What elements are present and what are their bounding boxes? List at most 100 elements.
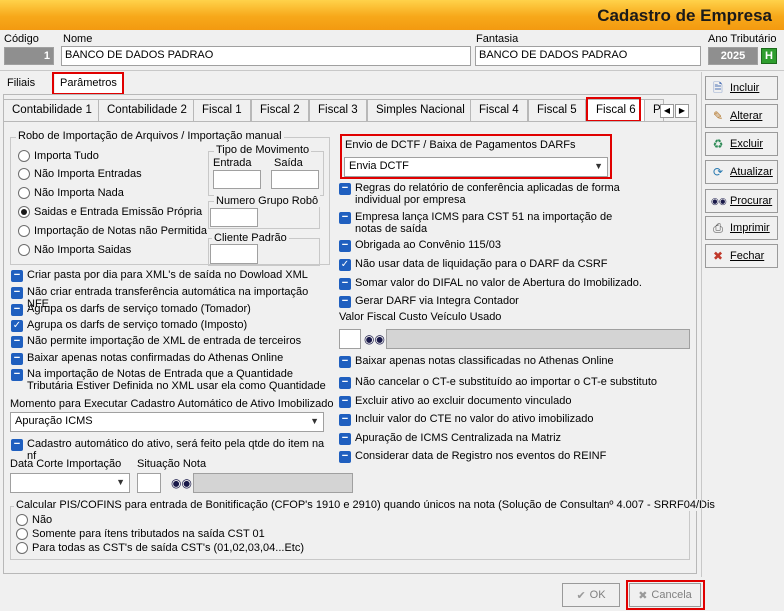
saida-input[interactable] xyxy=(271,170,319,189)
chk-apuracao-icms-centralizada[interactable]: Apuração de ICMS Centralizada na Matriz xyxy=(339,432,679,445)
tab-contabilidade-1[interactable]: Contabilidade 1 xyxy=(3,99,101,121)
checkbox-indeterminate[interactable] xyxy=(11,336,23,348)
tab-filiais[interactable]: Filiais xyxy=(2,74,40,94)
checkbox-indeterminate[interactable] xyxy=(11,353,23,365)
cliente-padrao-input[interactable] xyxy=(210,244,258,264)
checkbox-checked[interactable] xyxy=(11,320,23,332)
radio-importa-tudo[interactable]: Importa Tudo xyxy=(18,150,99,162)
tab-simples-nacional[interactable]: Simples Nacional xyxy=(367,99,474,121)
radio-circle[interactable] xyxy=(18,168,30,180)
chk-icms-cst51[interactable]: Empresa lança ICMS para CST 51 na import… xyxy=(339,211,639,235)
radio-nao-importa-entradas[interactable]: Não Importa Entradas xyxy=(18,168,142,180)
checkbox-checked[interactable] xyxy=(339,259,351,271)
history-button[interactable]: H xyxy=(761,48,777,64)
button-label: Fechar xyxy=(730,250,765,262)
checkbox-indeterminate[interactable] xyxy=(11,369,23,381)
numero-grupo-input[interactable] xyxy=(210,208,258,227)
chk-baixar-notas-classificadas[interactable]: Baixar apenas notas classificadas no Ath… xyxy=(339,355,679,368)
radio-label: Não Importa Saidas xyxy=(34,244,132,256)
chk-agrupa-darfs-imposto[interactable]: Agrupa os darfs de serviço tomado (Impos… xyxy=(11,319,331,332)
checkbox-indeterminate[interactable] xyxy=(339,356,351,368)
radio-circle[interactable] xyxy=(18,150,30,162)
checkbox-indeterminate[interactable] xyxy=(339,296,351,308)
radio-saidas-entrada-emissao-propria[interactable]: Saidas e Entrada Emissão Própria xyxy=(18,206,202,218)
radio-circle[interactable] xyxy=(16,528,28,540)
radio-pis-nao[interactable]: Não xyxy=(16,514,52,526)
close-icon: ✖ xyxy=(712,249,724,263)
checkbox-indeterminate[interactable] xyxy=(339,278,351,290)
ano-tributario-field[interactable]: 2025 xyxy=(708,47,758,65)
radio-pis-todas-cst[interactable]: Para todas as CST's de saída CST's (01,0… xyxy=(16,542,304,554)
chk-convenio-115[interactable]: Obrigada ao Convênio 115/03 xyxy=(339,239,639,252)
situacao-nota-input[interactable] xyxy=(137,473,161,493)
valor-fiscal-label: Valor Fiscal Custo Veículo Usado xyxy=(339,311,502,323)
alterar-button[interactable]: ✎ Alterar xyxy=(705,104,778,128)
radio-nao-importa-nada[interactable]: Não Importa Nada xyxy=(18,187,124,199)
checkbox-indeterminate[interactable] xyxy=(339,240,351,252)
tab-fiscal-3[interactable]: Fiscal 3 xyxy=(309,99,367,121)
chk-incluir-valor-cte[interactable]: Incluir valor do CTE no valor do ativo i… xyxy=(339,413,679,426)
ok-button[interactable]: ✔ OK xyxy=(562,583,620,607)
checkbox-indeterminate[interactable] xyxy=(339,451,351,463)
atualizar-button[interactable]: ⟳ Atualizar xyxy=(705,160,778,184)
tab-contabilidade-2[interactable]: Contabilidade 2 xyxy=(98,99,196,121)
nome-field[interactable]: BANCO DE DADOS PADRAO xyxy=(61,46,471,66)
checkbox-indeterminate[interactable] xyxy=(11,439,23,451)
chk-nao-cancelar-cte[interactable]: Não cancelar o CT-e substituído ao impor… xyxy=(339,376,679,389)
checkbox-indeterminate[interactable] xyxy=(11,287,23,299)
tab-fiscal-2[interactable]: Fiscal 2 xyxy=(251,99,309,121)
checkbox-indeterminate[interactable] xyxy=(339,414,351,426)
binoculars-icon[interactable]: ◉◉ xyxy=(364,332,385,346)
procurar-button[interactable]: ◉◉ Procurar xyxy=(705,189,778,213)
chk-gerar-darf-integra[interactable]: Gerar DARF via Integra Contador xyxy=(339,295,679,308)
radio-importacao-notas-nao-permitida[interactable]: Importação de Notas não Permitida xyxy=(18,225,207,237)
checkbox-indeterminate[interactable] xyxy=(11,270,23,282)
fantasia-field[interactable]: BANCO DE DADOS PADRAO xyxy=(475,46,701,66)
checkbox-indeterminate[interactable] xyxy=(339,212,351,224)
tab-scroll-right-icon[interactable]: ▶ xyxy=(675,104,689,118)
radio-circle[interactable] xyxy=(18,244,30,256)
radio-circle[interactable] xyxy=(16,542,28,554)
chk-regras-relatorio-conferencia[interactable]: Regras do relatório de conferência aplic… xyxy=(339,182,629,206)
chk-data-registro-reinf[interactable]: Considerar data de Registro nos eventos … xyxy=(339,450,679,463)
numero-grupo-label: Numero Grupo Robô xyxy=(214,195,321,207)
fechar-button[interactable]: ✖ Fechar xyxy=(705,244,778,268)
tab-fiscal-1[interactable]: Fiscal 1 xyxy=(193,99,251,121)
radio-circle[interactable] xyxy=(18,225,30,237)
checkbox-label: Não usar data de liquidação para o DARF … xyxy=(355,258,608,270)
chk-criar-pasta-por-dia[interactable]: Criar pasta por dia para XML's de saída … xyxy=(11,269,331,282)
chk-nao-usar-data-liquidacao[interactable]: Não usar data de liquidação para o DARF … xyxy=(339,258,679,271)
chk-agrupa-darfs-tomador[interactable]: Agrupa os darfs de serviço tomado (Tomad… xyxy=(11,303,331,316)
tab-scroll-left-icon[interactable]: ◀ xyxy=(660,104,674,118)
tab-fiscal-5[interactable]: Fiscal 5 xyxy=(528,99,586,121)
data-corte-select[interactable]: ▼ xyxy=(10,473,130,493)
excluir-button[interactable]: ♻ Excluir xyxy=(705,132,778,156)
checkbox-indeterminate[interactable] xyxy=(339,183,351,195)
chk-quantidade-tributaria-xml[interactable]: Na importação de Notas de Entrada que a … xyxy=(11,368,331,392)
nome-label: Nome xyxy=(63,33,93,45)
radio-nao-importa-saidas[interactable]: Não Importa Saidas xyxy=(18,244,131,256)
radio-pis-somente-cst01[interactable]: Somente para ítens tributados na saída C… xyxy=(16,528,265,540)
chk-somar-difal[interactable]: Somar valor do DIFAL no valor de Abertur… xyxy=(339,277,679,290)
checkbox-indeterminate[interactable] xyxy=(339,433,351,445)
chk-nao-permite-xml-terceiros[interactable]: Não permite importação de XML de entrada… xyxy=(11,335,331,348)
entrada-input[interactable] xyxy=(213,170,261,189)
radio-circle-selected[interactable] xyxy=(18,206,30,218)
chk-baixar-notas-confirmadas[interactable]: Baixar apenas notas confirmadas do Athen… xyxy=(11,352,331,365)
incluir-button[interactable]: 🗎 Incluir xyxy=(705,76,778,100)
radio-circle[interactable] xyxy=(16,514,28,526)
binoculars-icon[interactable]: ◉◉ xyxy=(171,476,192,490)
checkbox-indeterminate[interactable] xyxy=(11,304,23,316)
radio-circle[interactable] xyxy=(18,187,30,199)
valor-fiscal-input[interactable] xyxy=(339,329,361,349)
chk-excluir-ativo[interactable]: Excluir ativo ao excluir documento vincu… xyxy=(339,395,679,408)
imprimir-button[interactable]: ⎙ Imprimir xyxy=(705,216,778,240)
codigo-field[interactable]: 1 xyxy=(4,47,54,65)
momento-select[interactable]: Apuração ICMS ▼ xyxy=(10,412,324,432)
cliente-padrao-label: Cliente Padrão xyxy=(212,232,289,244)
checkbox-indeterminate[interactable] xyxy=(339,396,351,408)
checkbox-indeterminate[interactable] xyxy=(339,377,351,389)
tab-fiscal-4[interactable]: Fiscal 4 xyxy=(470,99,528,121)
entrada-label: Entrada xyxy=(213,157,252,169)
binoculars-icon: ◉◉ xyxy=(711,196,727,206)
